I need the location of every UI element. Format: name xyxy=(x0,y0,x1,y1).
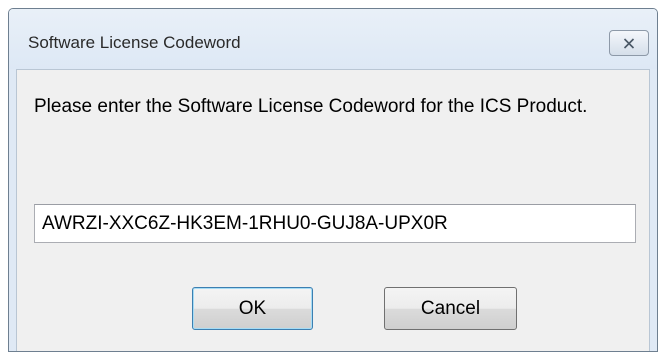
close-button[interactable] xyxy=(609,30,649,56)
cancel-button[interactable]: Cancel xyxy=(384,287,517,330)
prompt-text: Please enter the Software License Codewo… xyxy=(34,96,588,117)
codeword-input[interactable] xyxy=(34,204,636,243)
dialog-title: Software License Codeword xyxy=(28,33,241,52)
dialog-body: Please enter the Software License Codewo… xyxy=(16,69,650,351)
title-bar[interactable]: Software License Codeword xyxy=(9,9,657,69)
ok-button[interactable]: OK xyxy=(192,287,313,330)
close-icon xyxy=(623,37,635,49)
license-dialog: Software License Codeword Please enter t… xyxy=(8,8,658,352)
